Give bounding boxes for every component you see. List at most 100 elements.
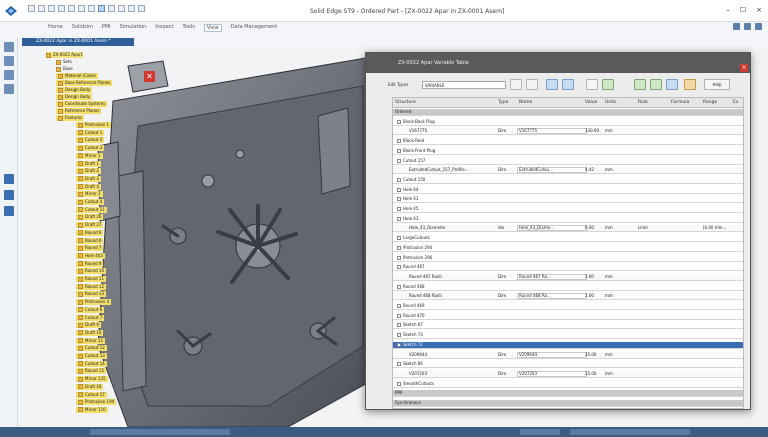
copy-icon[interactable] [78,5,85,12]
expand-toggle-icon[interactable] [397,197,401,202]
table-row[interactable]: Synchronous [393,400,743,407]
expand-toggle-icon[interactable] [397,304,401,308]
table-row[interactable]: Round 468 Radii Dim Round 468 Ra... 2.00 mm [393,293,743,301]
add-icon[interactable] [634,79,646,90]
expand-toggle-icon[interactable] [397,362,401,367]
sensors-icon[interactable] [4,84,14,94]
cell-value[interactable]: 6.00 [585,225,603,231]
table-row[interactable]: Sketch 67 [393,322,743,330]
table-row[interactable]: Block-Back Plug [393,119,743,126]
col-ex[interactable]: Ex [733,100,739,105]
customize-icon[interactable] [138,5,145,12]
pathfinder-item[interactable]: Draft 9 [76,322,101,329]
table-row[interactable]: Sketch 73 [393,332,743,340]
pathfinder-item[interactable]: Cutout 3 [76,145,105,152]
expand-toggle-icon[interactable] [397,216,401,221]
expand-toggle-icon[interactable] [397,313,401,318]
pathfinder-item[interactable]: Cutout 1 [76,129,105,136]
pathfinder-item[interactable]: Round 15 [76,368,107,375]
cell-name[interactable]: V167775 [519,128,571,134]
col-units[interactable]: Units [605,100,617,105]
export-icon[interactable] [666,79,678,90]
table-row[interactable]: Sketch 72 [393,341,743,349]
pathfinder-item[interactable]: Cutout 14 [76,360,107,367]
table-row[interactable]: Round 469 [393,303,743,310]
print-icon[interactable] [58,5,65,12]
table-row[interactable]: Protrusion 294 [393,245,743,252]
expand-toggle-icon[interactable] [397,381,401,386]
pathfinder-item[interactable]: Base Reference Planes [56,80,113,86]
settings-icon[interactable] [744,23,751,30]
table-row[interactable]: Ordered [393,109,743,116]
table-row[interactable]: LargeCutouts [393,235,743,243]
expand-toggle-icon[interactable] [397,187,401,192]
tab-inspect[interactable]: Inspect [155,24,173,32]
appearance-icon[interactable] [4,174,14,184]
table-row[interactable]: V167775 Dim V167775 130.00 mm [393,128,743,136]
pathfinder-item[interactable]: Reference Planes [56,108,102,114]
table-row[interactable]: V207203 Dim V207203 25.00 mm [393,370,743,378]
show-dimensions-icon[interactable] [602,79,614,90]
table-row[interactable]: Hole 43 [393,216,743,223]
table-row[interactable]: Hole_43_Diameter Var Hole_43_Diame... 6.00 m… [393,225,743,233]
tab-tools[interactable]: Tools [183,24,195,32]
col-range[interactable]: Range [703,100,717,105]
pathfinder-item[interactable]: Round 12 [76,283,107,290]
insert-formula-icon[interactable] [526,79,538,90]
zoom-icon[interactable] [118,5,125,12]
close-window-button[interactable]: × [756,6,762,14]
col-structure[interactable]: Structure [395,100,416,105]
pathfinder-item[interactable]: ZX-0022 Apar1 [46,52,84,58]
tab-solidsim[interactable]: Solidsim [72,24,93,32]
sort-icon[interactable] [586,79,598,90]
pathfinder-item[interactable]: Sets [56,59,72,65]
expand-toggle-icon[interactable] [397,207,401,211]
pathfinder-item[interactable]: Base [56,66,73,72]
dialog-close-button[interactable]: × [740,64,748,72]
expand-toggle-icon[interactable] [397,177,401,182]
expand-toggle-icon[interactable] [397,255,401,260]
pathfinder-item[interactable]: Mirror 110 [76,406,108,413]
paste-icon[interactable] [88,5,95,12]
pathfinder-item[interactable]: Draft 27 [76,222,104,229]
taskbar-tray[interactable] [570,429,690,435]
insert-variable-icon[interactable] [510,79,522,90]
undo-icon[interactable] [38,5,45,12]
pathfinder-item[interactable]: Draft 4 [76,183,101,190]
cut-icon[interactable] [68,5,75,12]
library-icon[interactable] [4,56,14,66]
pathfinder-item[interactable]: Protrusion 1 [76,122,112,128]
pathfinder-item[interactable]: Design Body [56,94,93,100]
pathfinder-item[interactable]: Cutout 6 [76,306,105,313]
cell-value[interactable]: 25.00 [585,371,603,377]
fit-icon[interactable] [128,5,135,12]
copy-icon[interactable] [650,79,662,90]
solid-edge-logo-icon[interactable] [4,5,18,17]
table-row[interactable]: Cutout 157 [393,158,743,165]
pathfinder-item[interactable]: Mirror 1 [76,152,103,159]
maximize-button[interactable]: ☐ [740,6,746,14]
cell-value[interactable]: 2.00 [585,274,603,280]
pathfinder-item[interactable]: Draft 1 [76,160,101,167]
pathfinder-item[interactable]: Cutout 13 [76,353,107,359]
table-row[interactable]: ExtrudedCutout_157_Profile... Dim Extruded… [393,167,743,175]
redo-icon[interactable] [48,5,55,12]
col-rule[interactable]: Rule [638,100,648,105]
document-tab[interactable]: ZX-0022 Apar in ZX-0001 Asem * [22,38,134,46]
expand-toggle-icon[interactable] [397,333,401,338]
expand-toggle-icon[interactable] [397,158,401,163]
pathfinder-item[interactable]: Cutout 12 [76,345,107,352]
save-icon[interactable] [28,5,35,12]
select-icon[interactable] [108,5,115,12]
pathfinder-item[interactable]: Draft 26 [76,214,104,221]
expand-toggle-icon[interactable] [397,265,401,270]
pathfinder-item[interactable]: Hole 403 [76,252,105,259]
table-row[interactable]: Hole 44 [393,187,743,194]
pathfinder-item[interactable]: Cutout 17 [76,391,107,398]
pathfinder-item[interactable]: Protrusion 194 [76,399,117,406]
feature-library-icon[interactable] [4,190,14,200]
cell-value[interactable]: 4.42 [585,167,603,173]
pathfinder-item[interactable]: Draft 10 [76,329,104,336]
table-row[interactable]: V209644 Dim V209644 25.00 mm [393,351,743,359]
pathfinder-item[interactable]: Cutout 2 [76,137,105,144]
